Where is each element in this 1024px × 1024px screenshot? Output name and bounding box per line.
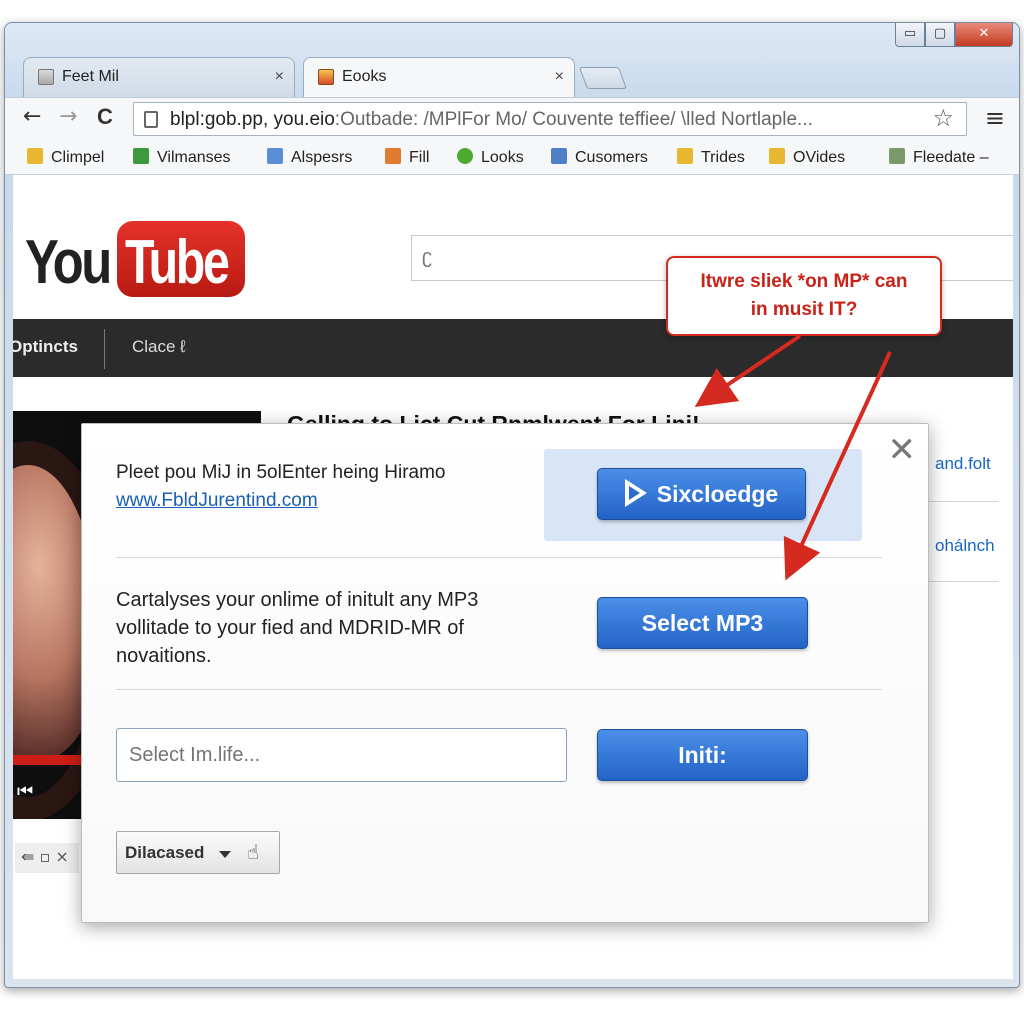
bookmark-fleedate[interactable]: Fleedate – bbox=[889, 148, 989, 167]
bookmark-label: Vilmanses bbox=[157, 149, 231, 166]
nav-item-optincts[interactable]: Optincts bbox=[13, 337, 78, 357]
download-dialog: ✕ Pleet pou MiJ in 5olEnter heing Hiramo… bbox=[81, 423, 929, 923]
toolbar: ← → C blpl:gob.pp, you.eio:Outbade: /MPl… bbox=[5, 97, 1019, 141]
select-mp3-button[interactable]: Select MP3 bbox=[597, 597, 808, 649]
close-icon[interactable]: ✕ bbox=[888, 430, 917, 470]
side-link-1[interactable]: and.folt bbox=[935, 454, 991, 474]
tab-close-icon[interactable]: × bbox=[275, 58, 284, 96]
search-caret: ʗ bbox=[422, 246, 432, 268]
bookmark-label: Alspesrs bbox=[291, 149, 353, 166]
play-download-button[interactable]: Sixcloedge bbox=[597, 468, 806, 520]
divider bbox=[116, 557, 882, 558]
bookmark-fill[interactable]: Fill bbox=[385, 148, 429, 167]
pin-icon bbox=[457, 148, 473, 164]
tab-eooks[interactable]: Eooks × bbox=[303, 57, 575, 97]
screen: ▭ ▢ ✕ Feet Mil × Eooks × ← → C blpl:gob.… bbox=[0, 0, 1024, 1024]
bookmark-label: Climpel bbox=[51, 149, 105, 166]
chevron-down-icon bbox=[219, 851, 231, 858]
bookmark-label: Fill bbox=[409, 149, 430, 166]
bookmark-alspesrs[interactable]: Alspesrs bbox=[267, 148, 352, 167]
maximize-button[interactable]: ▢ bbox=[925, 23, 955, 47]
dropdown-label: Dilacased bbox=[125, 843, 205, 862]
page-icon bbox=[144, 111, 158, 128]
bookmark-label: Fleedate – bbox=[913, 149, 989, 166]
thumb-controls[interactable]: ⇚ ▫ × bbox=[15, 843, 79, 873]
forward-arrow-icon[interactable]: → bbox=[59, 104, 77, 129]
button-label: Sixcloedge bbox=[656, 481, 779, 507]
reload-icon[interactable]: C bbox=[97, 104, 113, 130]
star-icon[interactable]: ☆ bbox=[932, 104, 954, 132]
bookmark-icon bbox=[318, 69, 334, 85]
url-text: blpl:gob.pp, you.eio:Outbade: /MPlFor Mo… bbox=[170, 109, 813, 131]
bookmark-looks[interactable]: Looks bbox=[457, 148, 524, 167]
bookmark-label: Cusomers bbox=[575, 149, 648, 166]
image-icon bbox=[889, 148, 905, 164]
folder-icon bbox=[677, 148, 693, 164]
menu-icon[interactable]: ≡ bbox=[985, 104, 1005, 132]
bookmark-cusomers[interactable]: Cusomers bbox=[551, 148, 648, 167]
bookmark-climpel[interactable]: Climpel bbox=[27, 148, 104, 167]
document-icon bbox=[267, 148, 283, 164]
dialog-description: Cartalyses your onlime of initult any MP… bbox=[116, 586, 556, 670]
minimize-button[interactable]: ▭ bbox=[895, 23, 925, 47]
pointer-icon: ☝ bbox=[247, 840, 260, 864]
annotation-callout: Itwre sliek *on MP* can in musit IT? bbox=[666, 256, 942, 336]
nav-item-clace[interactable]: Clace ℓ bbox=[132, 337, 186, 357]
description-line: novaitions. bbox=[116, 645, 212, 667]
divider bbox=[116, 689, 882, 690]
tab-feet-mil[interactable]: Feet Mil × bbox=[23, 57, 295, 97]
logo-you: You bbox=[25, 228, 112, 297]
file-input[interactable] bbox=[116, 728, 567, 782]
url-path: :Outbade: /MPlFor Mo/ Couvente teffiee/ … bbox=[334, 109, 813, 130]
callout-line: Itwre sliek *on MP* can bbox=[700, 271, 908, 292]
bookmark-trides[interactable]: Trides bbox=[677, 148, 745, 167]
window-controls: ▭ ▢ ✕ bbox=[895, 23, 1013, 47]
format-dropdown[interactable]: Dilacased ☝ bbox=[116, 831, 280, 874]
side-link-2[interactable]: ohálnch bbox=[935, 536, 995, 556]
network-icon bbox=[551, 148, 567, 164]
address-bar[interactable]: blpl:gob.pp, you.eio:Outbade: /MPlFor Mo… bbox=[133, 102, 967, 136]
folder-open-icon bbox=[769, 148, 785, 164]
new-tab-button[interactable] bbox=[578, 67, 628, 89]
tab-label: Eooks bbox=[342, 68, 387, 85]
back-arrow-icon[interactable]: ← bbox=[23, 104, 41, 129]
callout-line: in musit IT? bbox=[750, 299, 858, 320]
dialog-link[interactable]: www.FbldJurentind.com bbox=[116, 490, 318, 512]
url-host: blpl:gob.pp, you.eio bbox=[170, 109, 335, 130]
bookmark-label: Looks bbox=[481, 149, 524, 166]
skip-back-icon[interactable]: ⏮ bbox=[17, 781, 33, 802]
logo-tube: Tube bbox=[125, 228, 230, 297]
bookmarks-bar: Climpel Vilmanses Alspesrs Fill Looks Cu… bbox=[5, 141, 1019, 175]
close-window-button[interactable]: ✕ bbox=[955, 23, 1013, 47]
folder-icon bbox=[27, 148, 43, 164]
file-icon bbox=[385, 148, 401, 164]
bookmark-label: OVides bbox=[793, 149, 846, 166]
tab-close-icon[interactable]: × bbox=[555, 58, 564, 96]
nav-separator bbox=[104, 329, 105, 369]
spreadsheet-icon bbox=[133, 148, 149, 164]
description-line: vollitade to your fied and MDRID-MR of bbox=[116, 617, 464, 639]
init-button[interactable]: Initi: bbox=[597, 729, 808, 781]
tab-label: Feet Mil bbox=[62, 68, 119, 85]
play-icon bbox=[624, 479, 647, 507]
page-icon bbox=[38, 69, 54, 85]
bookmark-ovides[interactable]: OVides bbox=[769, 148, 845, 167]
bookmark-vilmanses[interactable]: Vilmanses bbox=[133, 148, 231, 167]
bookmark-label: Trides bbox=[701, 149, 745, 166]
dialog-intro-text: Pleet pou MiJ in 5olEnter heing Hiramo bbox=[116, 462, 446, 483]
description-line: Cartalyses your onlime of initult any MP… bbox=[116, 589, 479, 611]
